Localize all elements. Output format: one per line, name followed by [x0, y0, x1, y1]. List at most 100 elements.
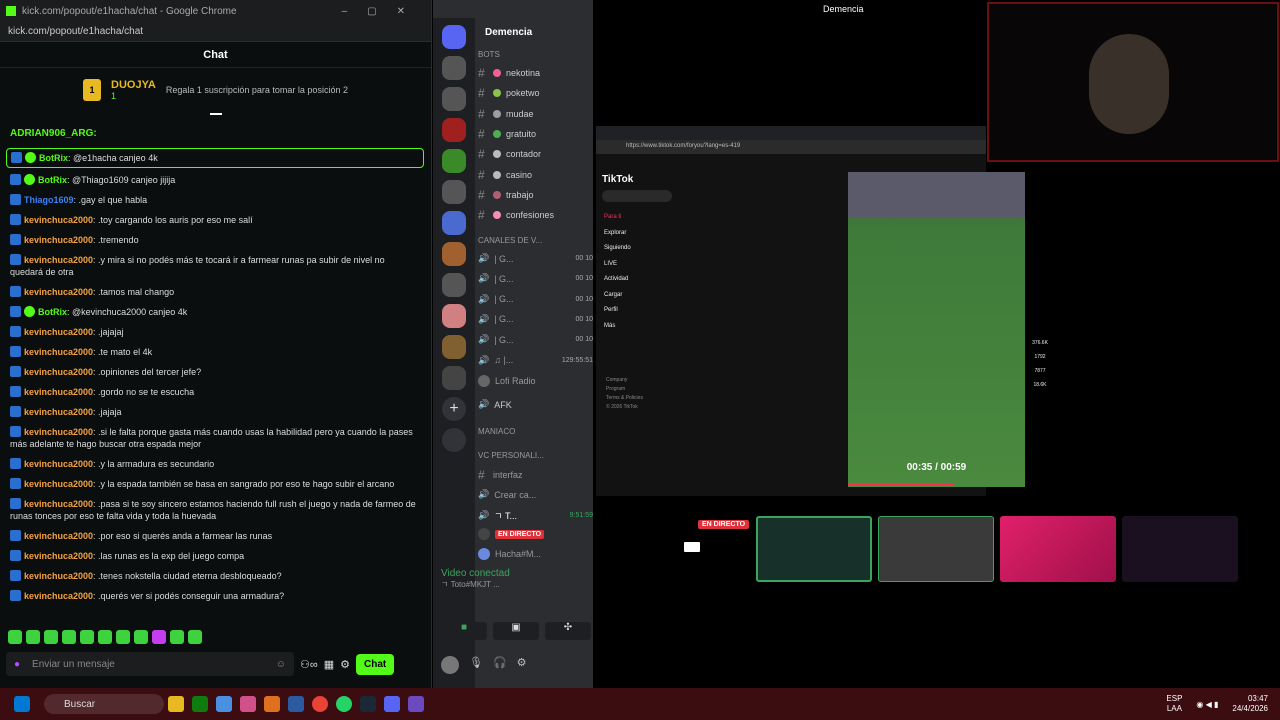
app-icon[interactable] — [264, 696, 280, 712]
chat-username[interactable]: kevinchuca2000 — [24, 479, 93, 489]
avatar[interactable] — [441, 656, 459, 674]
emote-icon[interactable] — [116, 630, 130, 644]
tile-live[interactable]: EN DIRECTO — [634, 516, 750, 582]
xbox-icon[interactable] — [192, 696, 208, 712]
server-icon[interactable] — [442, 335, 466, 359]
voice-user-lofi[interactable]: Lofi Radio — [478, 375, 593, 387]
voice-channel[interactable]: 🔊 | G... 00 10 — [478, 294, 593, 305]
tile-cat[interactable] — [878, 516, 994, 582]
chat-username[interactable]: kevinchuca2000 — [24, 255, 93, 265]
add-server-icon[interactable]: + — [442, 397, 466, 421]
tiktok-menu-item[interactable]: LIVE — [604, 257, 631, 273]
chat-username[interactable]: BotRix — [38, 307, 67, 317]
voice-channel[interactable]: 🔊 | G... 00 10 — [478, 314, 593, 325]
tiktok-footer-link[interactable]: Program — [606, 385, 643, 394]
chat-username[interactable]: kevinchuca2000 — [24, 407, 93, 417]
tiktok-menu-item[interactable]: Cargar — [604, 288, 631, 304]
channel-item[interactable]: # casino — [478, 168, 593, 182]
channel-item[interactable]: # nekotina — [478, 66, 593, 80]
chat-username[interactable]: kevinchuca2000 — [24, 427, 93, 437]
emote-icon[interactable] — [98, 630, 112, 644]
server-icon[interactable] — [442, 56, 466, 80]
camera-button[interactable]: ■ — [441, 622, 487, 640]
chat-username[interactable]: kevinchuca2000 — [24, 367, 93, 377]
chat-username[interactable]: kevinchuca2000 — [24, 531, 93, 541]
chat-username[interactable]: kevinchuca2000 — [24, 591, 93, 601]
headphones-icon[interactable]: 🎧 — [493, 656, 507, 674]
screen-share-button[interactable]: ▣ — [493, 622, 539, 640]
category-bots[interactable]: BOTS — [478, 50, 593, 59]
whatsapp-icon[interactable] — [336, 696, 352, 712]
store-icon[interactable]: ▦ — [324, 658, 334, 671]
server-icon[interactable] — [442, 118, 466, 142]
category-voice[interactable]: CANALES DE V... — [478, 236, 593, 245]
emote-icon[interactable] — [80, 630, 94, 644]
chat-username[interactable]: kevinchuca2000 — [24, 327, 93, 337]
tiktok-stat[interactable]: 7877 — [1030, 364, 1050, 378]
voice-active[interactable]: 🔊 ㄱ T... 9:51:59 — [478, 509, 593, 522]
chat-username[interactable]: kevinchuca2000 — [24, 215, 93, 225]
voice-channel[interactable]: 🔊 | G... 00 10 — [478, 334, 593, 345]
emote-icon[interactable] — [170, 630, 184, 644]
steam-icon[interactable] — [360, 696, 376, 712]
address-bar[interactable]: kick.com/popout/e1hacha/chat — [0, 22, 431, 42]
chat-username[interactable]: kevinchuca2000 — [24, 287, 93, 297]
tiktok-menu-item[interactable]: Perfil — [604, 303, 631, 319]
activities-button[interactable]: ✣ — [545, 622, 591, 640]
tiktok-footer-link[interactable]: © 2026 TikTok — [606, 403, 643, 412]
chat-send-button[interactable]: Chat — [355, 653, 395, 675]
people-icon[interactable]: ⚇∞ — [300, 658, 318, 671]
progress-bar[interactable] — [848, 483, 953, 486]
emote-icon[interactable] — [188, 630, 202, 644]
chat-username[interactable]: kevinchuca2000 — [24, 235, 93, 245]
system-tray-icons[interactable]: ◉ ◀ ▮ — [1196, 700, 1218, 709]
tile-webcam[interactable] — [756, 516, 872, 582]
tiktok-stat[interactable]: 1792 — [1030, 350, 1050, 364]
channel-item[interactable]: # contador — [478, 147, 593, 161]
emote-icon[interactable] — [152, 630, 166, 644]
voice-user-hacha[interactable]: Hacha#M... — [478, 548, 593, 560]
app-icon[interactable] — [216, 696, 232, 712]
chat-username[interactable]: Thiago1609 — [24, 195, 74, 205]
voice-afk[interactable]: 🔊 AFK — [478, 399, 593, 410]
chat-username[interactable]: kevinchuca2000 — [24, 551, 93, 561]
server-icon[interactable] — [442, 149, 466, 173]
emote-icon[interactable] — [26, 630, 40, 644]
chrome-icon[interactable] — [312, 696, 328, 712]
windows-start-icon[interactable] — [14, 696, 30, 712]
server-icon[interactable] — [442, 211, 466, 235]
tiktok-menu-item[interactable]: Explorar — [604, 226, 631, 242]
tiktok-menu-item[interactable]: Más — [604, 319, 631, 335]
clock[interactable]: 03:47 24/4/2026 — [1232, 694, 1268, 714]
emote-icon[interactable] — [62, 630, 76, 644]
voice-user-live[interactable]: EN DIRECTO — [478, 528, 593, 540]
create-channel[interactable]: 🔊 Crear ca... — [478, 489, 593, 500]
tiktok-footer-link[interactable]: Terms & Policies — [606, 394, 643, 403]
mic-icon[interactable]: ● — [14, 659, 20, 670]
discord-home-icon[interactable] — [442, 25, 466, 49]
gift-text[interactable]: Regala 1 suscripción para tomar la posic… — [166, 85, 348, 95]
chat-username[interactable]: kevinchuca2000 — [24, 571, 93, 581]
tiktok-video[interactable]: 00:35 / 00:59 — [848, 172, 1025, 487]
server-icon[interactable] — [442, 87, 466, 111]
channel-item[interactable]: # poketwo — [478, 86, 593, 100]
app-icon[interactable] — [288, 696, 304, 712]
server-icon[interactable] — [442, 273, 466, 297]
channel-item[interactable]: # mudae — [478, 107, 593, 121]
tiktok-search[interactable] — [602, 190, 672, 202]
emoji-icon[interactable]: ☺ — [276, 659, 286, 670]
chat-username[interactable]: BotRix — [39, 153, 68, 163]
channel-item[interactable]: # gratuito — [478, 127, 593, 141]
channel-item[interactable]: # trabajo — [478, 188, 593, 202]
server-icon[interactable] — [442, 304, 466, 328]
chat-username[interactable]: kevinchuca2000 — [24, 499, 93, 509]
tile-person[interactable] — [1122, 516, 1238, 582]
server-icon[interactable] — [442, 366, 466, 390]
language-indicator[interactable]: ESP LAA — [1166, 694, 1182, 714]
obs-icon[interactable] — [408, 696, 424, 712]
mic-icon[interactable]: 🎙 — [469, 656, 483, 674]
chat-username[interactable]: kevinchuca2000 — [24, 459, 93, 469]
category-vc[interactable]: VC PERSONALI... — [478, 451, 593, 460]
emote-icon[interactable] — [134, 630, 148, 644]
menu-handle-icon[interactable] — [210, 113, 222, 115]
